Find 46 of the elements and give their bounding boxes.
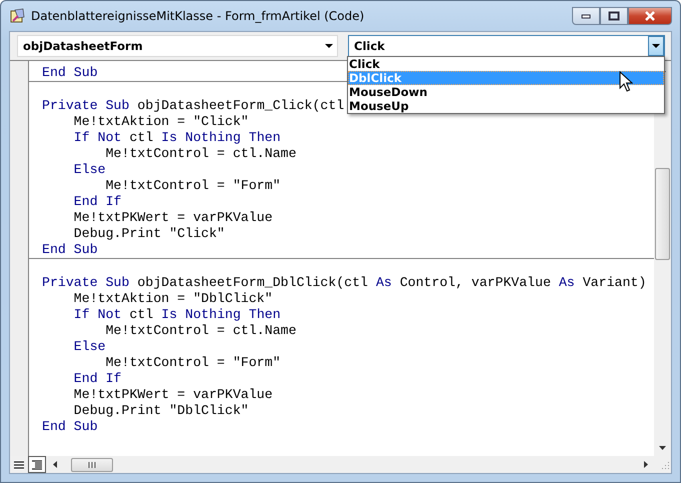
procedure-option[interactable]: Click: [348, 57, 664, 71]
caret-icon: [652, 44, 660, 48]
code-line: End Sub: [42, 65, 98, 81]
code-line: Me!txtAktion = "DblClick": [72, 291, 273, 307]
app-icon: [9, 8, 25, 24]
close-button[interactable]: [628, 7, 672, 25]
code-line: Me!txtPKWert = varPKValue: [72, 387, 273, 403]
code-line: Else: [72, 162, 106, 178]
code-line: Else: [72, 339, 106, 355]
code-line: Private Sub objDatasheetForm_DblClick(ctl As Control, varPKValue As Variant): [42, 275, 646, 291]
code-line: Me!txtControl = ctl.Name: [104, 146, 296, 162]
window-title: DatenblattereignisseMitKlasse - Form_frmArtikel (Code): [31, 9, 366, 23]
code-line: Debug.Print "Click": [72, 226, 225, 242]
code-line: Debug.Print "DblClick": [72, 403, 249, 419]
mouse-pointer-icon: [619, 71, 633, 93]
scroll-thumb[interactable]: [71, 458, 113, 472]
indented-lines-icon: [32, 460, 42, 470]
maximize-icon: [608, 11, 620, 21]
minimize-icon: [581, 13, 591, 19]
code-line: Me!txtControl = "Form": [104, 178, 281, 194]
code-line: Me!txtAktion = "Click": [72, 114, 249, 130]
procedure-dropdown[interactable]: Click: [348, 35, 665, 57]
scroll-left-icon[interactable]: [52, 461, 56, 468]
procedure-option[interactable]: MouseDown: [348, 85, 664, 99]
code-line: Me!txtPKWert = varPKValue: [72, 210, 273, 226]
code-line: If Not ctl Is Nothing Then: [72, 130, 281, 146]
close-icon: [644, 11, 656, 21]
code-line: End Sub: [42, 419, 98, 435]
code-line: End Sub: [42, 242, 98, 258]
lines-icon: [14, 460, 24, 468]
code-line: Me!txtControl = "Form": [104, 355, 281, 371]
code-line: Private Sub objDatasheetForm_Click(ctl: [42, 98, 344, 114]
maximize-button[interactable]: [600, 7, 628, 25]
grip-icon: [88, 462, 96, 468]
caret-icon: [325, 44, 333, 48]
scroll-right-icon[interactable]: [644, 461, 648, 468]
code-line: Me!txtControl = ctl.Name: [104, 323, 296, 339]
scroll-down-icon[interactable]: [659, 446, 666, 450]
code-line: If Not ctl Is Nothing Then: [72, 307, 281, 323]
scroll-thumb[interactable]: [655, 168, 670, 260]
code-line: End If: [72, 371, 122, 387]
code-line: End If: [72, 194, 122, 210]
minimize-button[interactable]: [572, 7, 600, 25]
object-dropdown[interactable]: objDatasheetForm: [17, 35, 338, 57]
full-module-view-button[interactable]: [28, 456, 46, 473]
procedure-option[interactable]: MouseUp: [348, 99, 664, 113]
